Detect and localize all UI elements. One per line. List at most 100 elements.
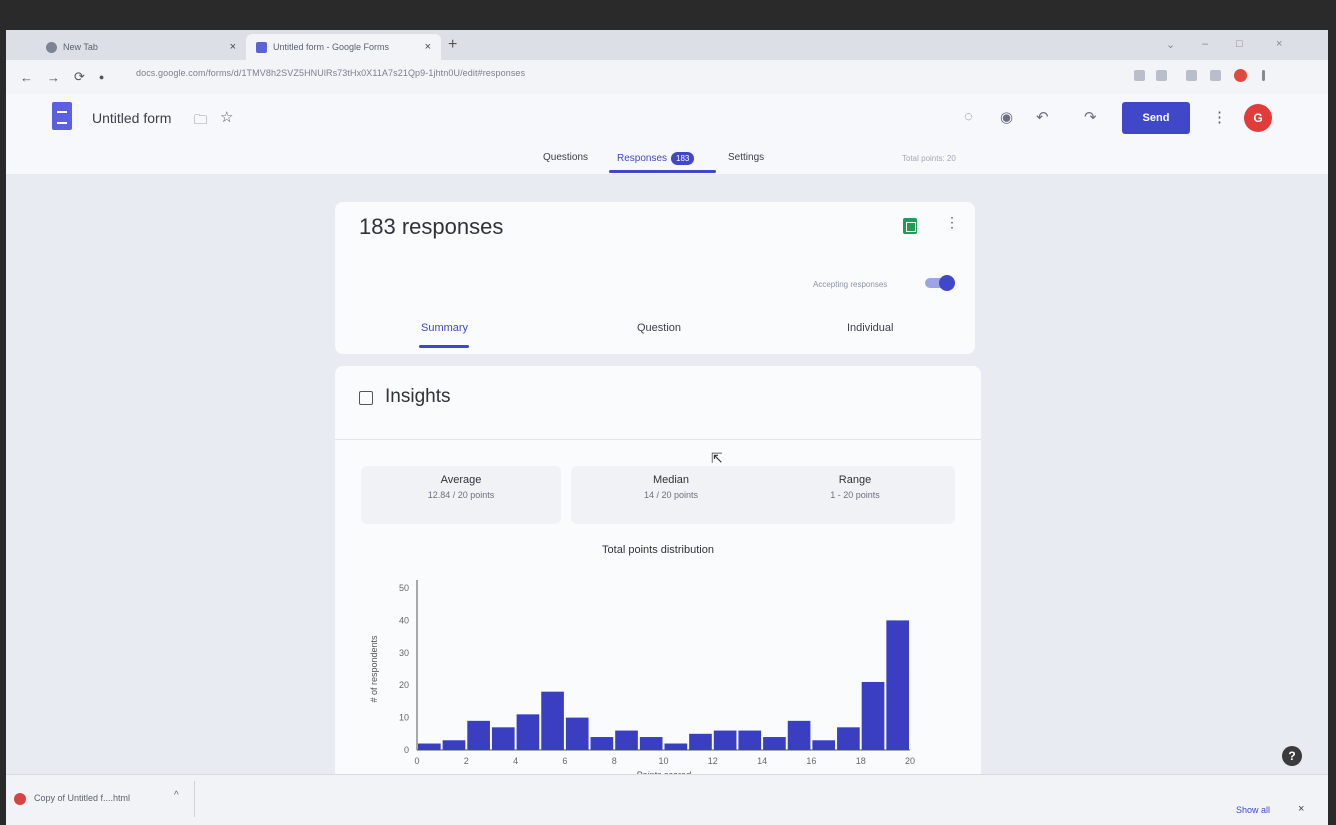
accepting-responses-toggle[interactable]: [925, 275, 955, 291]
forms-icon: [256, 41, 267, 53]
palette-icon[interactable]: ◌: [964, 108, 973, 125]
insights-title: Insights: [385, 386, 451, 407]
profile-icon[interactable]: [1234, 69, 1247, 82]
histogram-bar: [565, 717, 589, 750]
avatar[interactable]: G: [1244, 104, 1272, 132]
chevron-down-icon[interactable]: ⌄: [1166, 38, 1175, 51]
total-points-label: Total points: 20: [902, 154, 956, 163]
minimize-icon[interactable]: –: [1202, 38, 1208, 50]
download-item[interactable]: Copy of Untitled f....html: [34, 793, 130, 803]
histogram-bar: [639, 737, 663, 750]
insights-header: Insights: [335, 366, 981, 440]
help-icon[interactable]: ?: [1282, 746, 1302, 766]
x-tick-label: 10: [658, 756, 668, 766]
lock-icon: ●: [98, 72, 105, 82]
y-axis-title: # of respondents: [369, 635, 379, 703]
insights-chart-icon: [359, 391, 373, 405]
active-subtab-indicator: [419, 345, 469, 348]
x-tick-label: 12: [708, 756, 718, 766]
toggle-thumb: [939, 275, 955, 291]
reload-icon[interactable]: ⟳: [74, 69, 85, 85]
close-tab-icon[interactable]: ×: [425, 41, 431, 53]
subtab-individual[interactable]: Individual: [847, 322, 893, 334]
close-window-icon[interactable]: ×: [1276, 38, 1282, 50]
close-tab-icon[interactable]: ×: [230, 41, 236, 53]
tab-responses[interactable]: Responses 183: [617, 152, 695, 165]
subtab-summary[interactable]: Summary: [421, 322, 468, 334]
preview-eye-icon[interactable]: ◉: [1000, 108, 1013, 126]
stat-label: Median: [652, 474, 690, 486]
x-tick-label: 2: [464, 756, 469, 766]
x-tick-label: 16: [806, 756, 816, 766]
browser-tab-new-tab[interactable]: New Tab ×: [36, 34, 246, 60]
forms-header: Untitled form 🗀 ☆ ◌ ◉ ↶ ↷ Send ⋮ G Quest…: [6, 94, 1328, 174]
stat-value: 12.84 / 20 points: [427, 490, 495, 500]
x-tick-label: 14: [757, 756, 767, 766]
histogram-bar: [590, 737, 614, 750]
y-tick-label: 30: [399, 648, 409, 658]
forward-icon[interactable]: →: [47, 70, 60, 85]
y-tick-label: 50: [399, 583, 409, 593]
y-tick-label: 40: [399, 615, 409, 625]
x-tick-label: 4: [513, 756, 518, 766]
mouse-cursor-icon: ⇱: [711, 450, 723, 466]
histogram-bar: [664, 743, 688, 750]
redo-icon[interactable]: ↷: [1084, 108, 1097, 126]
histogram-bar: [418, 743, 441, 750]
star-icon[interactable]: ☆: [220, 108, 233, 126]
browser-menu-icon[interactable]: [1262, 70, 1265, 81]
y-tick-label: 10: [399, 713, 409, 723]
folder-icon[interactable]: 🗀: [194, 111, 207, 133]
forms-logo-icon[interactable]: [52, 102, 72, 130]
stat-value: 1 - 20 points: [830, 490, 880, 500]
send-button[interactable]: Send: [1122, 102, 1190, 134]
more-options-icon[interactable]: ⋮: [1212, 108, 1227, 126]
bookmark-star-icon[interactable]: [1156, 70, 1167, 81]
divider: [194, 781, 195, 817]
new-tab-icon[interactable]: +: [448, 36, 457, 54]
address-bar: ← → ⟳ ● docs.google.com/forms/d/1TMV8h2S…: [6, 60, 1328, 94]
stat-label: Range: [838, 474, 872, 486]
maximize-icon[interactable]: □: [1236, 38, 1243, 50]
stat-value: 14 / 20 points: [643, 490, 699, 500]
browser-tab-label: Untitled form - Google Forms: [273, 42, 390, 52]
more-options-icon[interactable]: ⋮: [945, 214, 959, 231]
histogram-bar: [861, 681, 885, 750]
share-icon[interactable]: [1134, 70, 1145, 81]
x-tick-label: 6: [562, 756, 567, 766]
close-shelf-icon[interactable]: ×: [1298, 803, 1304, 815]
histogram-bar: [886, 620, 909, 750]
x-tick-label: 0: [414, 756, 419, 766]
side-panel-icon[interactable]: [1210, 70, 1221, 81]
chevron-up-icon[interactable]: ^: [174, 790, 179, 801]
globe-icon: [46, 41, 57, 53]
url-field[interactable]: docs.google.com/forms/d/1TMV8h2SVZ5HNUlR…: [136, 68, 525, 78]
x-tick-label: 18: [856, 756, 866, 766]
y-tick-label: 20: [399, 680, 409, 690]
histogram-bar: [467, 720, 490, 750]
stat-label: Average: [440, 474, 482, 486]
browser-tab-label: New Tab: [63, 42, 98, 52]
active-tab-indicator: [609, 170, 716, 173]
sheets-icon[interactable]: [903, 218, 917, 234]
undo-icon[interactable]: ↶: [1036, 108, 1049, 126]
tab-settings[interactable]: Settings: [728, 152, 764, 163]
tab-questions[interactable]: Questions: [543, 152, 588, 163]
show-all-button[interactable]: Show all: [1236, 805, 1270, 815]
x-tick-label: 8: [612, 756, 617, 766]
browser-window: New Tab × Untitled form - Google Forms ×…: [6, 30, 1328, 825]
y-tick-label: 0: [404, 745, 409, 755]
histogram-bar: [787, 720, 811, 750]
form-title[interactable]: Untitled form: [92, 110, 171, 126]
browser-tab-forms[interactable]: Untitled form - Google Forms ×: [246, 34, 441, 60]
subtab-question[interactable]: Question: [637, 322, 681, 334]
histogram-bar: [738, 730, 762, 750]
histogram-bar: [541, 691, 564, 750]
points-distribution-chart: 0102030405002468101214161820Points score…: [369, 580, 915, 780]
responses-count: 183 responses: [359, 214, 504, 239]
back-icon[interactable]: ←: [20, 70, 33, 85]
insights-card: Insights Average 12.84 / 20 points Media…: [335, 366, 981, 786]
extensions-icon[interactable]: [1186, 70, 1197, 81]
tab-strip: New Tab × Untitled form - Google Forms ×…: [6, 30, 1328, 60]
x-tick-label: 20: [905, 756, 915, 766]
